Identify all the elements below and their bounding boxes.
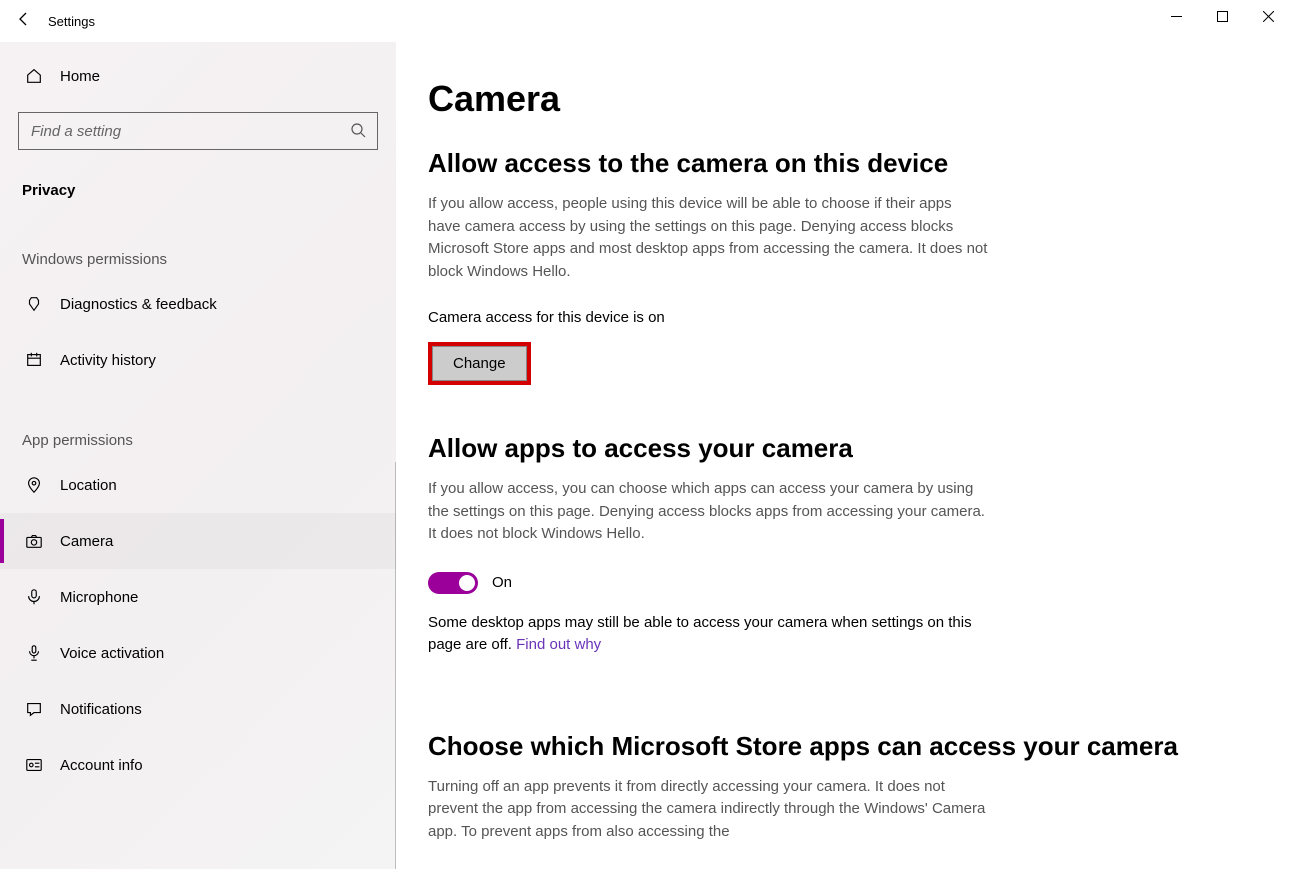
- search-icon: [350, 122, 366, 143]
- sidebar-item-label: Activity history: [60, 352, 156, 369]
- search-wrap: [18, 112, 378, 150]
- sidebar-item-label: Location: [60, 477, 117, 494]
- sidebar-heading-windows-permissions: Windows permissions: [0, 207, 396, 276]
- page-title: Camera: [428, 78, 1251, 120]
- sidebar-heading-app-permissions: App permissions: [0, 388, 396, 457]
- search-input[interactable]: [18, 112, 378, 150]
- home-icon: [22, 67, 46, 85]
- apps-access-toggle[interactable]: [428, 572, 478, 594]
- sidebar-home-label: Home: [60, 68, 100, 85]
- sidebar-item-label: Notifications: [60, 701, 142, 718]
- section2-desc: If you allow access, you can choose whic…: [428, 478, 988, 546]
- sidebar-item-label: Account info: [60, 757, 143, 774]
- sidebar-section-privacy: Privacy: [0, 150, 396, 207]
- minimize-button[interactable]: [1153, 0, 1199, 32]
- section2-title: Allow apps to access your camera: [428, 433, 1251, 464]
- voice-activation-icon: [22, 644, 46, 662]
- window-title: Settings: [48, 14, 95, 29]
- sidebar-home[interactable]: Home: [0, 48, 396, 104]
- change-button[interactable]: Change: [432, 346, 527, 381]
- sidebar-divider: [395, 462, 396, 869]
- camera-icon: [22, 532, 46, 550]
- sidebar-item-label: Voice activation: [60, 645, 164, 662]
- sidebar: Home Privacy Windows permissions Diagnos…: [0, 42, 396, 869]
- sidebar-item-voice-activation[interactable]: Voice activation: [0, 625, 396, 681]
- sidebar-item-microphone[interactable]: Microphone: [0, 569, 396, 625]
- toggle-state-label: On: [492, 574, 512, 591]
- window-controls: [1153, 0, 1291, 42]
- camera-access-status: Camera access for this device is on: [428, 309, 1251, 326]
- sidebar-item-activity-history[interactable]: Activity history: [0, 332, 396, 388]
- activity-history-icon: [22, 351, 46, 369]
- maximize-button[interactable]: [1199, 0, 1245, 32]
- sidebar-item-label: Diagnostics & feedback: [60, 296, 217, 313]
- sidebar-item-label: Microphone: [60, 589, 138, 606]
- close-button[interactable]: [1245, 0, 1291, 32]
- sidebar-item-account-info[interactable]: Account info: [0, 737, 396, 793]
- location-icon: [22, 476, 46, 494]
- section1-desc: If you allow access, people using this d…: [428, 193, 988, 283]
- toggle-knob: [459, 575, 475, 591]
- section3-desc: Turning off an app prevents it from dire…: [428, 776, 988, 844]
- sidebar-item-diagnostics[interactable]: Diagnostics & feedback: [0, 276, 396, 332]
- sidebar-item-location[interactable]: Location: [0, 457, 396, 513]
- main-panel: Camera Allow access to the camera on thi…: [396, 42, 1291, 869]
- find-out-why-link[interactable]: Find out why: [516, 636, 601, 653]
- account-info-icon: [22, 756, 46, 774]
- diagnostics-icon: [22, 295, 46, 313]
- sidebar-item-notifications[interactable]: Notifications: [0, 681, 396, 737]
- desktop-note-text: Some desktop apps may still be able to a…: [428, 614, 972, 654]
- desktop-note: Some desktop apps may still be able to a…: [428, 612, 988, 657]
- section1-title: Allow access to the camera on this devic…: [428, 148, 1251, 179]
- titlebar: Settings: [0, 0, 1291, 42]
- notifications-icon: [22, 700, 46, 718]
- change-button-highlight: Change: [428, 342, 531, 385]
- back-button[interactable]: [0, 11, 48, 32]
- sidebar-item-camera[interactable]: Camera: [0, 513, 396, 569]
- section3-title: Choose which Microsoft Store apps can ac…: [428, 731, 1251, 762]
- sidebar-item-label: Camera: [60, 533, 113, 550]
- microphone-icon: [22, 588, 46, 606]
